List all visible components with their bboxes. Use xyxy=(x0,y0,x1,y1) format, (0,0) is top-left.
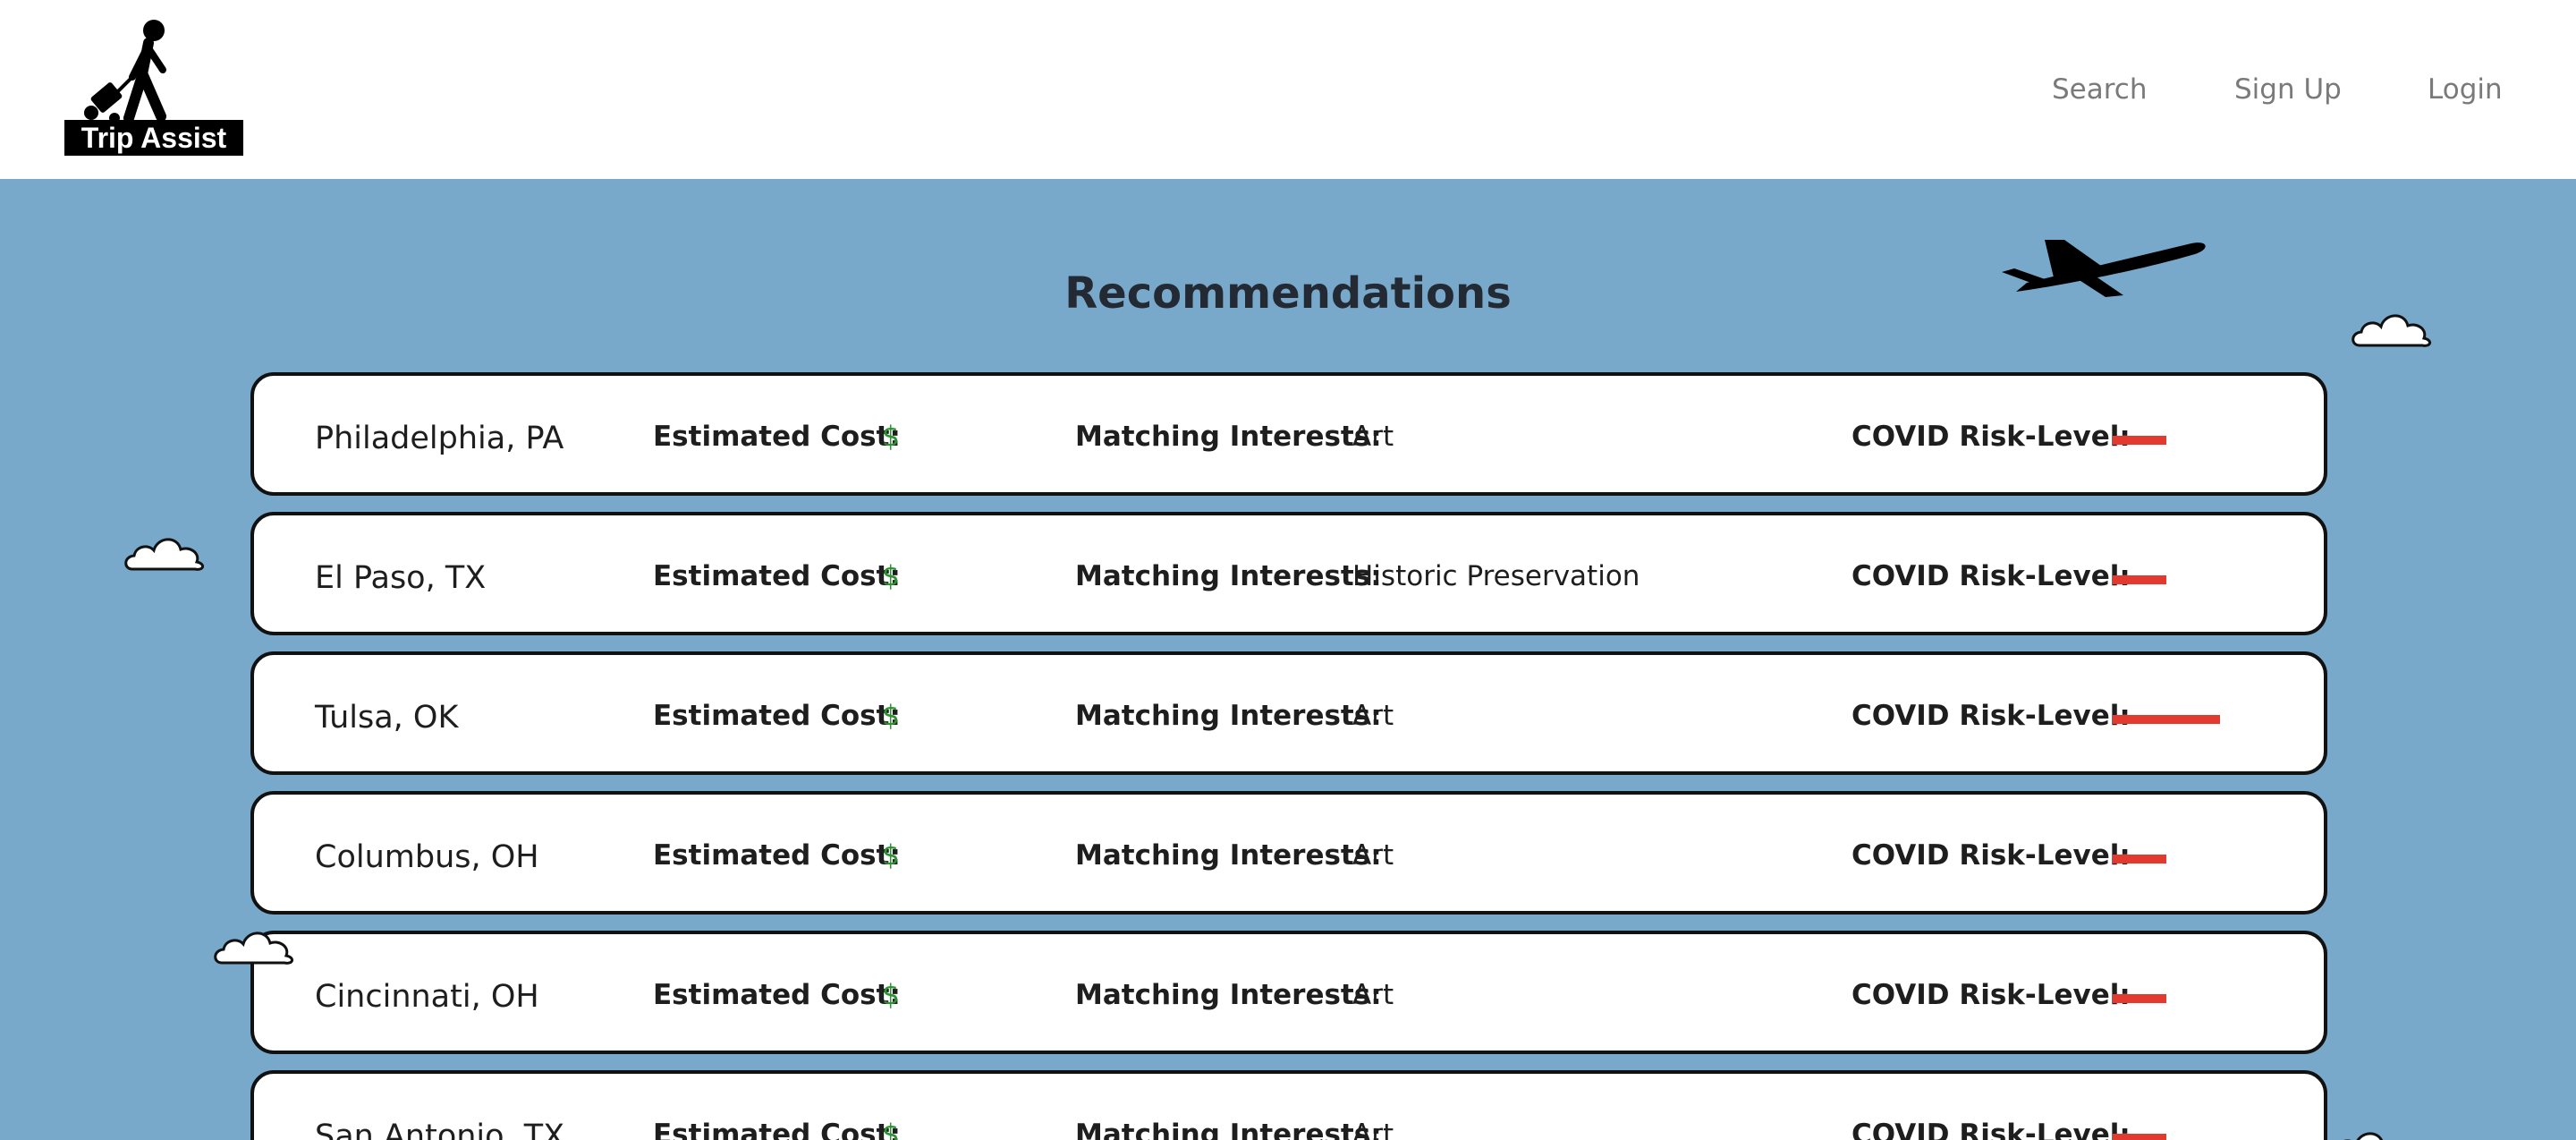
nav-sign-up[interactable]: Sign Up xyxy=(2234,68,2342,111)
brand-name: Trip Assist xyxy=(64,120,243,156)
covid-risk-bar xyxy=(2113,1134,2166,1140)
covid-risk-bar xyxy=(2113,855,2166,864)
matching-interests-label: Matching Interests: xyxy=(1075,1119,1382,1140)
recommendation-card[interactable]: El Paso, TX Estimated Cost: $ Matching Inte… xyxy=(250,512,2327,635)
matching-interests-label: Matching Interests: xyxy=(1075,560,1382,592)
page-title: Recommendations xyxy=(1064,268,1512,319)
covid-risk-label: COVID Risk-Level: xyxy=(1852,1119,2131,1140)
estimated-cost-value: $ xyxy=(882,700,900,732)
estimated-cost-value: $ xyxy=(882,421,900,453)
estimated-cost-label: Estimated Cost: xyxy=(653,979,901,1011)
cloud-icon xyxy=(2343,1132,2383,1140)
nav-search[interactable]: Search xyxy=(2052,68,2148,111)
header: Trip Assist Search Sign Up Login xyxy=(0,0,2576,179)
estimated-cost-label: Estimated Cost: xyxy=(653,1119,901,1140)
estimated-cost-label: Estimated Cost: xyxy=(653,839,901,872)
matching-interests-label: Matching Interests: xyxy=(1075,421,1382,453)
city-name: Tulsa, OK xyxy=(315,700,459,736)
covid-risk-bar xyxy=(2113,436,2166,445)
city-name: Columbus, OH xyxy=(315,839,539,875)
covid-risk-label: COVID Risk-Level: xyxy=(1852,560,2131,592)
covid-risk-label: COVID Risk-Level: xyxy=(1852,839,2131,872)
logo[interactable]: Trip Assist xyxy=(64,18,243,157)
recommendation-card[interactable]: Cincinnati, OH Estimated Cost: $ Matching I… xyxy=(250,931,2327,1054)
matching-interests-value: Art xyxy=(1352,1119,1394,1140)
matching-interests-value: Art xyxy=(1352,979,1394,1011)
covid-risk-label: COVID Risk-Level: xyxy=(1852,979,2131,1011)
traveler-icon xyxy=(84,20,166,123)
estimated-cost-label: Estimated Cost: xyxy=(653,421,901,453)
covid-risk-bar xyxy=(2113,994,2166,1003)
estimated-cost-label: Estimated Cost: xyxy=(653,560,901,592)
recommendation-card[interactable]: Columbus, OH Estimated Cost: $ Matching Int… xyxy=(250,791,2327,915)
estimated-cost-value: $ xyxy=(882,839,900,872)
city-name: Cincinnati, OH xyxy=(315,979,539,1015)
estimated-cost-value: $ xyxy=(882,979,900,1011)
matching-interests-label: Matching Interests: xyxy=(1075,700,1382,732)
recommendation-card[interactable]: Philadelphia, PA Estimated Cost: $ Matching… xyxy=(250,372,2327,496)
matching-interests-value: Historic Preservation xyxy=(1352,560,1640,592)
covid-risk-bar xyxy=(2113,575,2166,584)
nav-login[interactable]: Login xyxy=(2428,68,2503,111)
city-name: San Antonio, TX xyxy=(315,1119,565,1140)
estimated-cost-value: $ xyxy=(882,560,900,592)
covid-risk-bar xyxy=(2113,715,2220,724)
matching-interests-value: Art xyxy=(1352,700,1394,732)
matching-interests-label: Matching Interests: xyxy=(1075,839,1382,872)
matching-interests-label: Matching Interests: xyxy=(1075,979,1382,1011)
covid-risk-label: COVID Risk-Level: xyxy=(1852,421,2131,453)
recommendation-card[interactable]: Tulsa, OK Estimated Cost: $ Matching Intere… xyxy=(250,651,2327,775)
matching-interests-value: Art xyxy=(1352,421,1394,453)
recommendation-card[interactable]: San Antonio, TX Estimated Cost: $ Matching … xyxy=(250,1070,2327,1140)
city-name: El Paso, TX xyxy=(315,560,487,596)
covid-risk-label: COVID Risk-Level: xyxy=(1852,700,2131,732)
matching-interests-value: Art xyxy=(1352,839,1394,872)
estimated-cost-label: Estimated Cost: xyxy=(653,700,901,732)
city-name: Philadelphia, PA xyxy=(315,421,564,456)
cloud-icon xyxy=(124,538,204,571)
estimated-cost-value: $ xyxy=(882,1119,900,1140)
cloud-icon xyxy=(214,932,293,965)
